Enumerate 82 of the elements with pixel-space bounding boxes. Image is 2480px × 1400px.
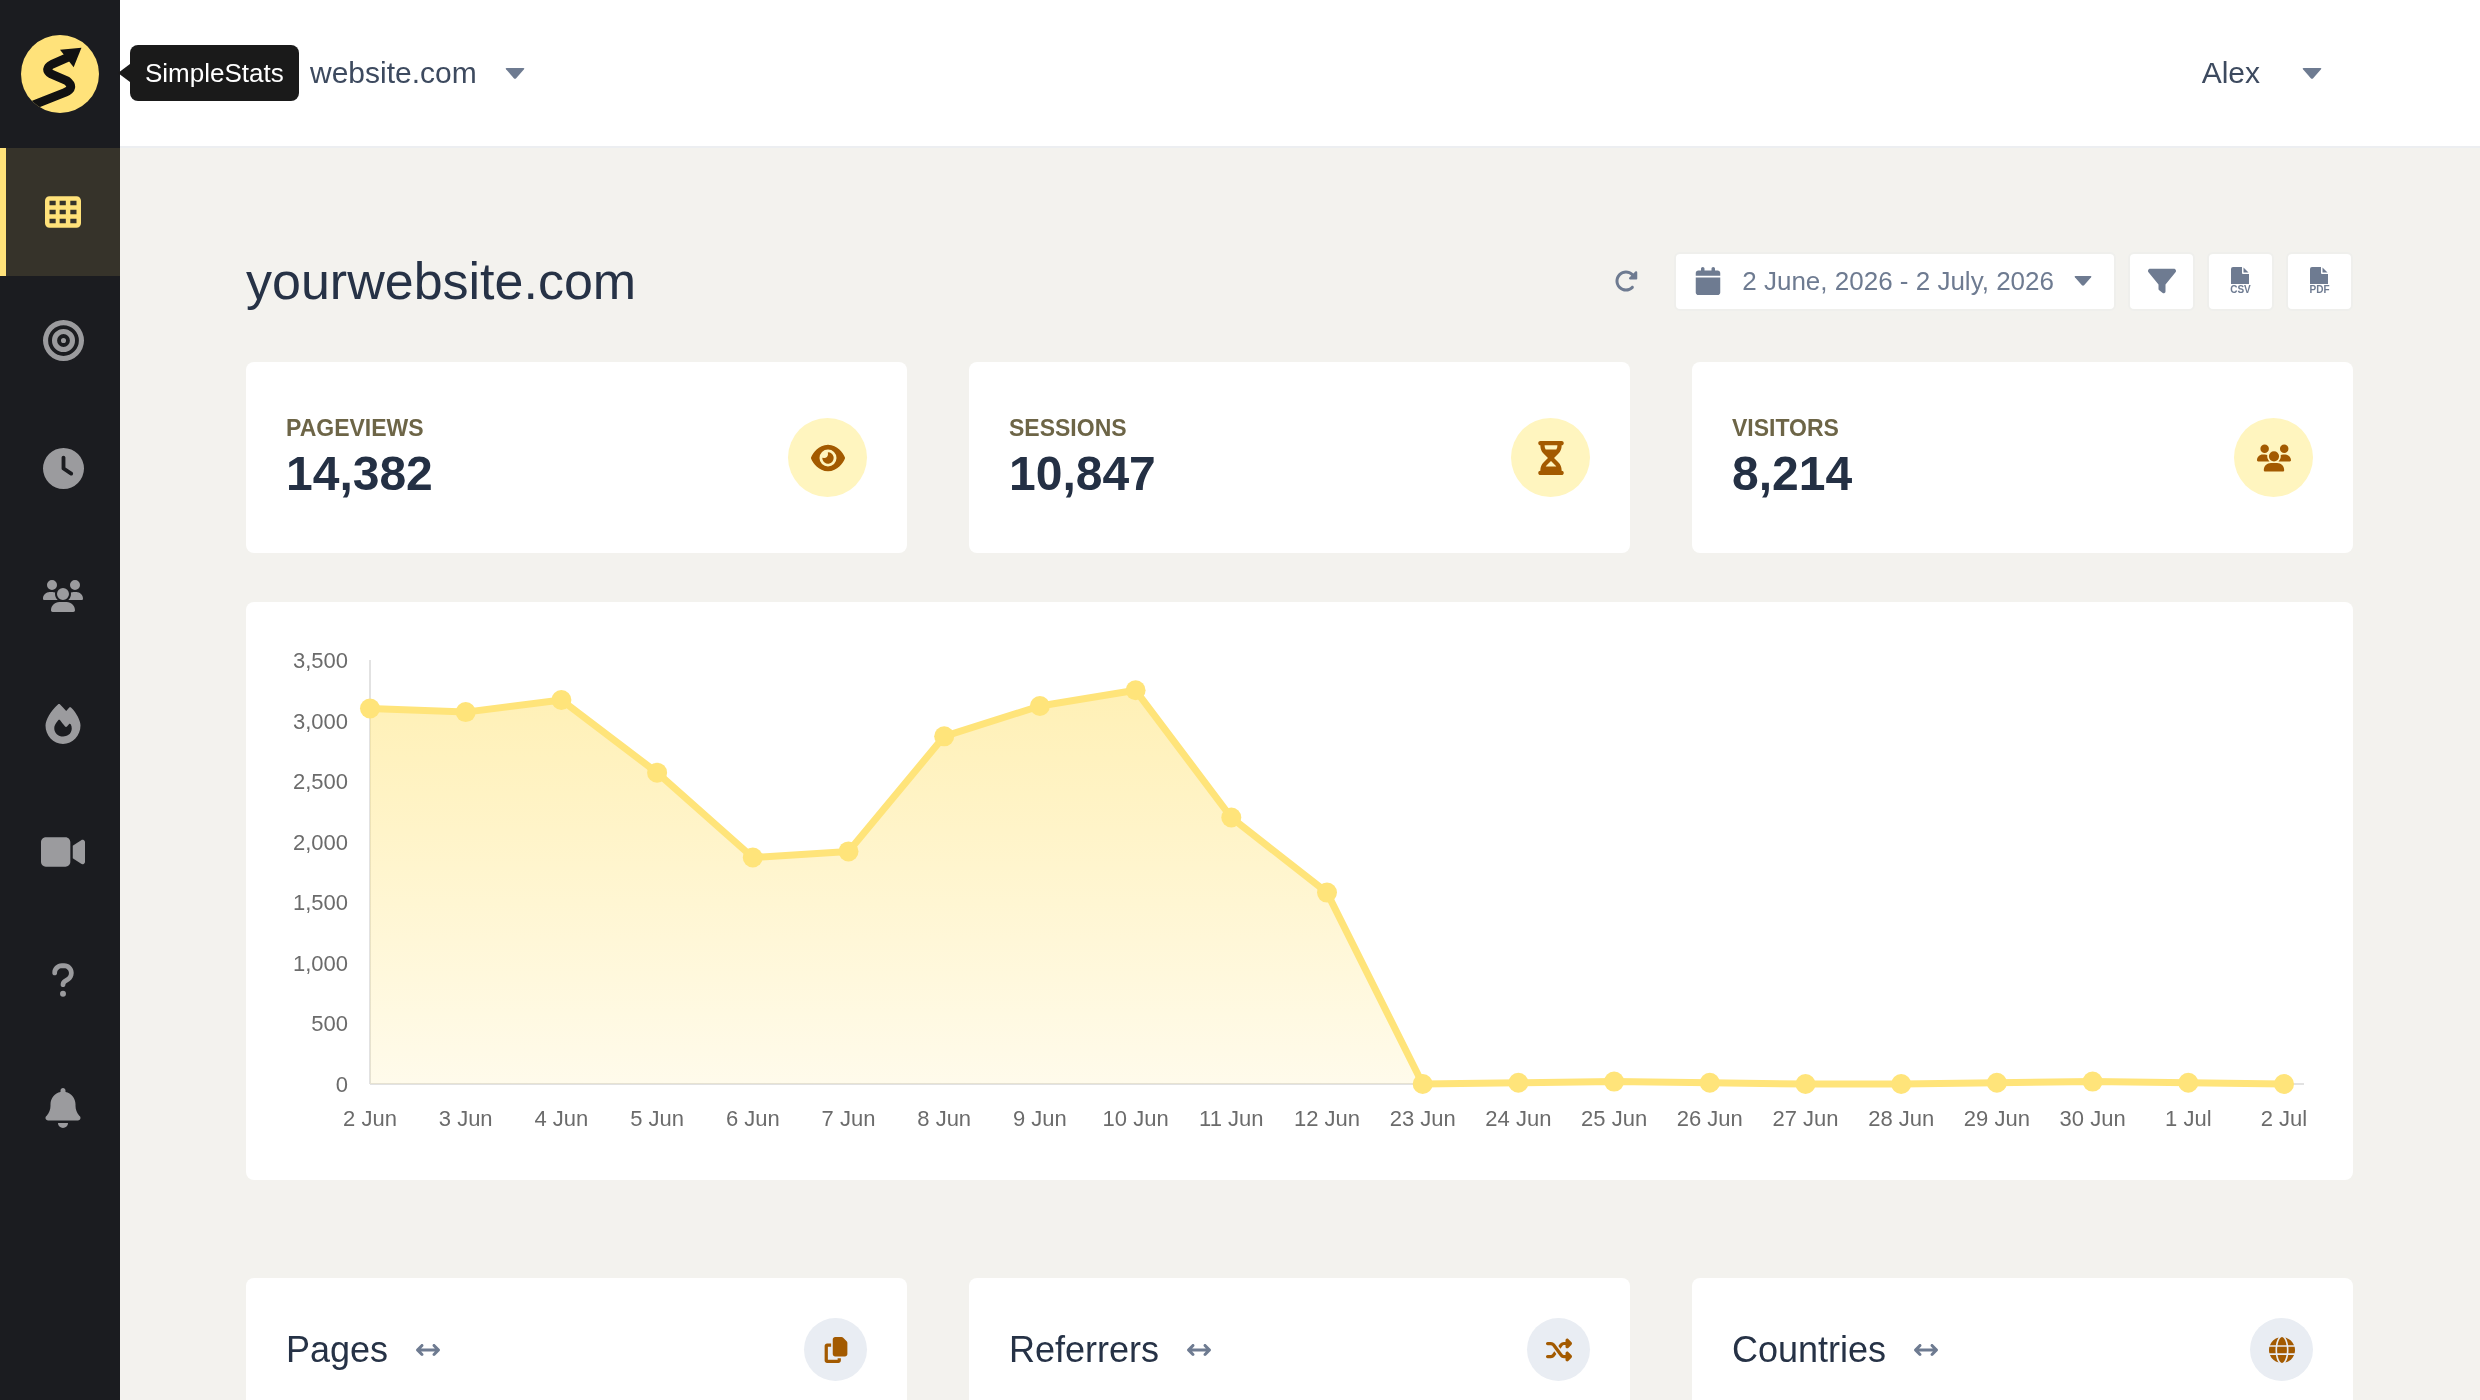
site-selector[interactable]: website.com (310, 56, 525, 90)
refresh-button[interactable] (1614, 269, 1639, 293)
x-axis-label: 12 Jun (1293, 1106, 1361, 1131)
x-axis-label: 11 Jun (1199, 1106, 1264, 1131)
file-icon (2230, 267, 2251, 284)
x-axis-label: 2 Jul (2260, 1106, 2308, 1131)
stat-value: 8,214 (1732, 445, 1853, 502)
caret-icon (2074, 276, 2092, 286)
x-axis-label: 6 Jun (725, 1106, 780, 1131)
filter-button[interactable] (2128, 251, 2195, 311)
data-point (1317, 882, 1337, 903)
data-point (934, 726, 955, 747)
export-button[interactable]: PDF (2286, 251, 2353, 311)
x-axis-label: 26 Jun (1676, 1106, 1743, 1131)
stat-value: 14,382 (286, 445, 433, 502)
x-axis-label: 29 Jun (1963, 1106, 2030, 1131)
data-point (1604, 1071, 1625, 1092)
x-axis-label: 1 Jul (2165, 1106, 2212, 1131)
flame-icon (43, 704, 83, 744)
y-axis-label: 0 (335, 1072, 348, 1097)
data-point (1125, 680, 1146, 701)
target-icon (42, 319, 84, 361)
stat-value: 10,847 (1009, 445, 1156, 502)
data-point (1795, 1074, 1816, 1094)
data-point (2178, 1072, 2199, 1093)
stat-label: SESSIONS (1009, 413, 1128, 442)
y-axis-label: 1,500 (292, 890, 348, 916)
x-axis-label: 28 Jun (1868, 1106, 1935, 1131)
stat-label: PAGEVIEWS (286, 413, 425, 442)
clock-icon (42, 447, 84, 489)
page-title: yourwebsite.com (246, 251, 637, 312)
data-point (551, 690, 572, 710)
x-axis-label: 9 Jun (1013, 1106, 1067, 1131)
x-axis-label: 5 Jun (630, 1106, 684, 1131)
caret-icon (2302, 67, 2322, 79)
data-point (742, 847, 763, 868)
x-axis-label: 7 Jun (821, 1106, 876, 1131)
x-axis-label: 10 Jun (1102, 1106, 1169, 1131)
data-point (838, 841, 859, 862)
y-axis-label: 500 (311, 1011, 348, 1037)
user-menu[interactable]: Alex (2201, 56, 2322, 90)
y-axis-label: 2,500 (292, 769, 348, 795)
x-axis-label: 30 Jun (2059, 1106, 2126, 1131)
data-point (2082, 1071, 2103, 1092)
panel-title: Referrers (1009, 1327, 1160, 1372)
filter-icon (2147, 267, 2176, 295)
data-point (1986, 1072, 2007, 1093)
y-axis-label: 2,000 (292, 829, 348, 855)
grid-icon (45, 194, 81, 230)
x-axis-label: 8 Jun (917, 1106, 972, 1131)
y-axis-label: 3,500 (292, 648, 348, 673)
x-axis-label: 24 Jun (1485, 1106, 1552, 1131)
data-point (647, 762, 668, 783)
x-axis-label: 27 Jun (1772, 1106, 1839, 1131)
panel-title: Pages (286, 1327, 389, 1372)
data-point (1221, 807, 1242, 828)
x-axis-label: 23 Jun (1389, 1106, 1456, 1131)
file-icon (2309, 267, 2330, 284)
data-point (1891, 1074, 1912, 1094)
data-point (2274, 1074, 2294, 1094)
data-point (1508, 1072, 1529, 1093)
sidebar-item[interactable] (0, 148, 120, 276)
refresh-icon (1614, 269, 1639, 293)
calendar-icon (1694, 267, 1723, 295)
x-axis-label: 25 Jun (1581, 1106, 1648, 1131)
data-point (1029, 696, 1050, 717)
y-axis-label: 1,000 (292, 950, 348, 976)
bell-icon (43, 1088, 83, 1128)
data-point (360, 698, 380, 719)
export-button[interactable]: CSV (2207, 251, 2274, 311)
tooltip: SimpleStats (118, 45, 299, 101)
data-point (455, 702, 476, 723)
data-point (1699, 1072, 1720, 1093)
x-axis-label: 2 Jun (343, 1106, 397, 1131)
caret-icon (504, 67, 525, 79)
stat-label: VISITORS (1732, 413, 1840, 442)
date-range-picker[interactable]: 2 June, 2026 - 2 July, 2026 (1674, 251, 2116, 311)
x-axis-label: 3 Jun (438, 1106, 493, 1131)
data-point (1412, 1074, 1433, 1094)
y-axis-label: 3,000 (292, 708, 348, 734)
panel-title: Countries (1732, 1327, 1887, 1372)
x-axis-label: 4 Jun (534, 1106, 589, 1131)
